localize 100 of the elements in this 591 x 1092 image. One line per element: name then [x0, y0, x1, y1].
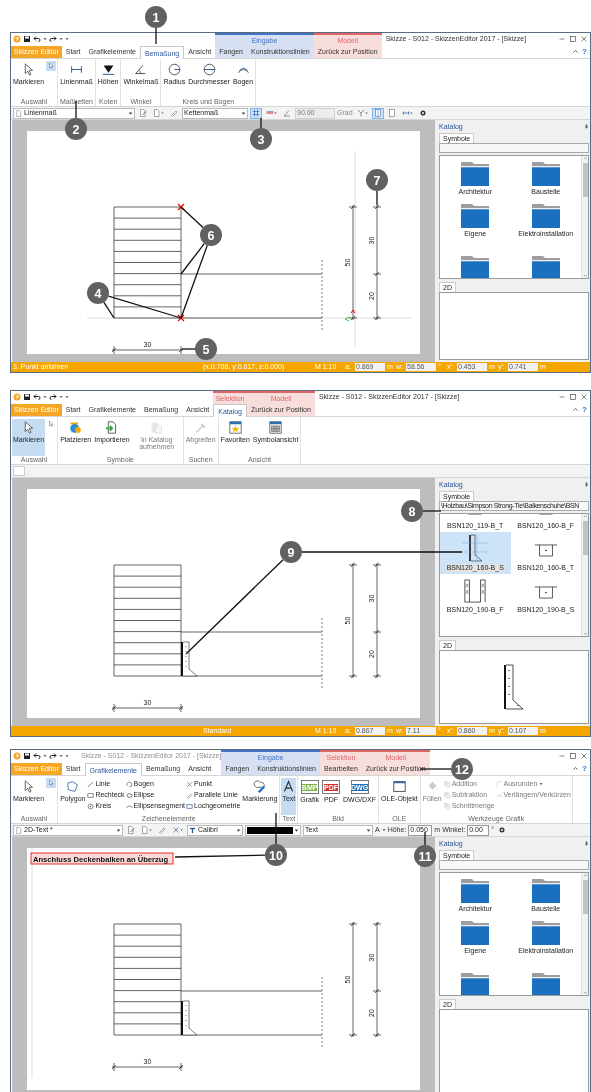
redo-icon[interactable]: [49, 752, 57, 761]
grid-window-icon: [269, 421, 283, 434]
text-tool-icon: [282, 780, 296, 793]
folder-icon: [531, 162, 560, 186]
collapse-ribbon-icon[interactable]: [573, 766, 579, 772]
scrollbar[interactable]: [581, 873, 588, 995]
save-icon[interactable]: [23, 752, 31, 761]
line-style-icon: [266, 109, 277, 117]
dropdown-caret-icon: [366, 827, 371, 833]
close-button[interactable]: [581, 36, 587, 43]
leader-line: [376, 190, 378, 206]
beam-shoe-top-icon: [533, 586, 558, 599]
arc-icon: [125, 780, 133, 788]
leader-line: [424, 831, 426, 846]
pin-icon[interactable]: [584, 841, 589, 847]
leader-line: [422, 510, 442, 512]
callout-marker: 2: [65, 118, 87, 140]
close-button[interactable]: [581, 753, 587, 760]
collapse-ribbon-icon[interactable]: [573, 49, 579, 55]
help-button[interactable]: ?: [582, 45, 587, 58]
star-window-icon: [228, 421, 242, 434]
color-dropdown[interactable]: [245, 824, 301, 836]
overlapping-squares-icon: [443, 802, 451, 810]
folder-icon: [531, 204, 560, 228]
close-button[interactable]: [581, 394, 587, 401]
collapse-ribbon-icon[interactable]: [573, 407, 579, 413]
beam-shoe-front-icon: [463, 578, 488, 604]
path-field[interactable]: [439, 143, 589, 153]
undo-icon[interactable]: [33, 393, 41, 402]
scroll-down-icon: [582, 273, 588, 278]
leader-line: [75, 100, 77, 119]
app-logo-icon: [13, 35, 21, 44]
maximize-button[interactable]: [570, 753, 576, 760]
select-mode-button[interactable]: [46, 61, 57, 71]
callout-marker: 10: [265, 844, 287, 866]
folder-icon: [461, 879, 490, 903]
ellipse-icon: [125, 791, 133, 799]
axis-marker-icon: [344, 309, 356, 322]
pin-icon[interactable]: [584, 124, 589, 130]
folder-icon: [461, 162, 490, 186]
pipette-icon: [194, 421, 208, 434]
callout-marker: 12: [451, 758, 473, 780]
callout-marker: 11: [414, 845, 436, 867]
path-field[interactable]: [439, 860, 589, 870]
highlighter-icon: [253, 780, 267, 793]
leader-line: [275, 812, 277, 845]
undo-icon[interactable]: [33, 752, 41, 761]
scrollbar[interactable]: [581, 514, 588, 636]
select-mode-button[interactable]: [46, 419, 57, 429]
save-icon[interactable]: [23, 35, 31, 44]
overlapping-squares-icon: [443, 791, 451, 799]
maximize-button[interactable]: [570, 36, 576, 43]
scrollbar[interactable]: [581, 156, 588, 278]
pointer-arrow-icon: [22, 421, 36, 434]
app-logo-icon: [13, 393, 21, 402]
leader-line: [155, 27, 157, 45]
scrollbar-thumb[interactable]: [582, 521, 588, 555]
dropdown-caret-icon: [128, 110, 133, 116]
beam-shoe-side-icon: [462, 534, 489, 562]
dropdown-caret-icon: [236, 827, 241, 833]
height-marker-icon: [101, 63, 115, 76]
pen-icon: [186, 791, 193, 799]
import-document-icon: [105, 421, 119, 434]
scrollbar-thumb[interactable]: [582, 880, 588, 914]
circle-diameter-icon: [202, 63, 216, 76]
scroll-up-icon: [582, 156, 588, 161]
help-button[interactable]: ?: [582, 403, 587, 416]
grid-icon: [252, 109, 260, 117]
scroll-up-icon: [582, 873, 588, 878]
undo-icon[interactable]: [33, 35, 41, 44]
save-icon[interactable]: [23, 393, 31, 402]
pointer-arrow-icon: [47, 62, 56, 70]
leader-line: [180, 206, 204, 229]
cross-point-icon: [186, 780, 193, 788]
scrollbar-thumb[interactable]: [582, 163, 588, 197]
select-mode-button[interactable]: [46, 778, 57, 788]
folder-icon: [461, 921, 490, 945]
redo-icon[interactable]: [49, 393, 57, 402]
pointer-arrow-icon: [22, 780, 36, 793]
overlapping-squares-icon: [443, 780, 451, 788]
folder-icon: [531, 921, 560, 945]
dimension-style-icon: [401, 109, 413, 117]
leader-line: [181, 348, 196, 350]
callout-marker: 7: [366, 169, 388, 191]
circle-radius-icon: [167, 63, 181, 76]
angle-icon: [134, 63, 148, 76]
callout-marker: 4: [87, 282, 109, 304]
snap-point-icon: [356, 109, 368, 117]
maximize-button[interactable]: [570, 394, 576, 401]
redo-icon[interactable]: [49, 35, 57, 44]
scroll-down-icon: [582, 631, 588, 636]
callout-marker: 3: [250, 128, 272, 150]
help-button[interactable]: ?: [582, 762, 587, 775]
pin-icon[interactable]: [584, 482, 589, 488]
polygon-icon: [66, 780, 80, 793]
dropdown-caret-icon: [241, 110, 246, 116]
folder-icon: [461, 204, 490, 228]
font-icon: [189, 826, 196, 834]
angle-icon: [283, 109, 291, 117]
rounded-corner-icon: [495, 780, 503, 788]
